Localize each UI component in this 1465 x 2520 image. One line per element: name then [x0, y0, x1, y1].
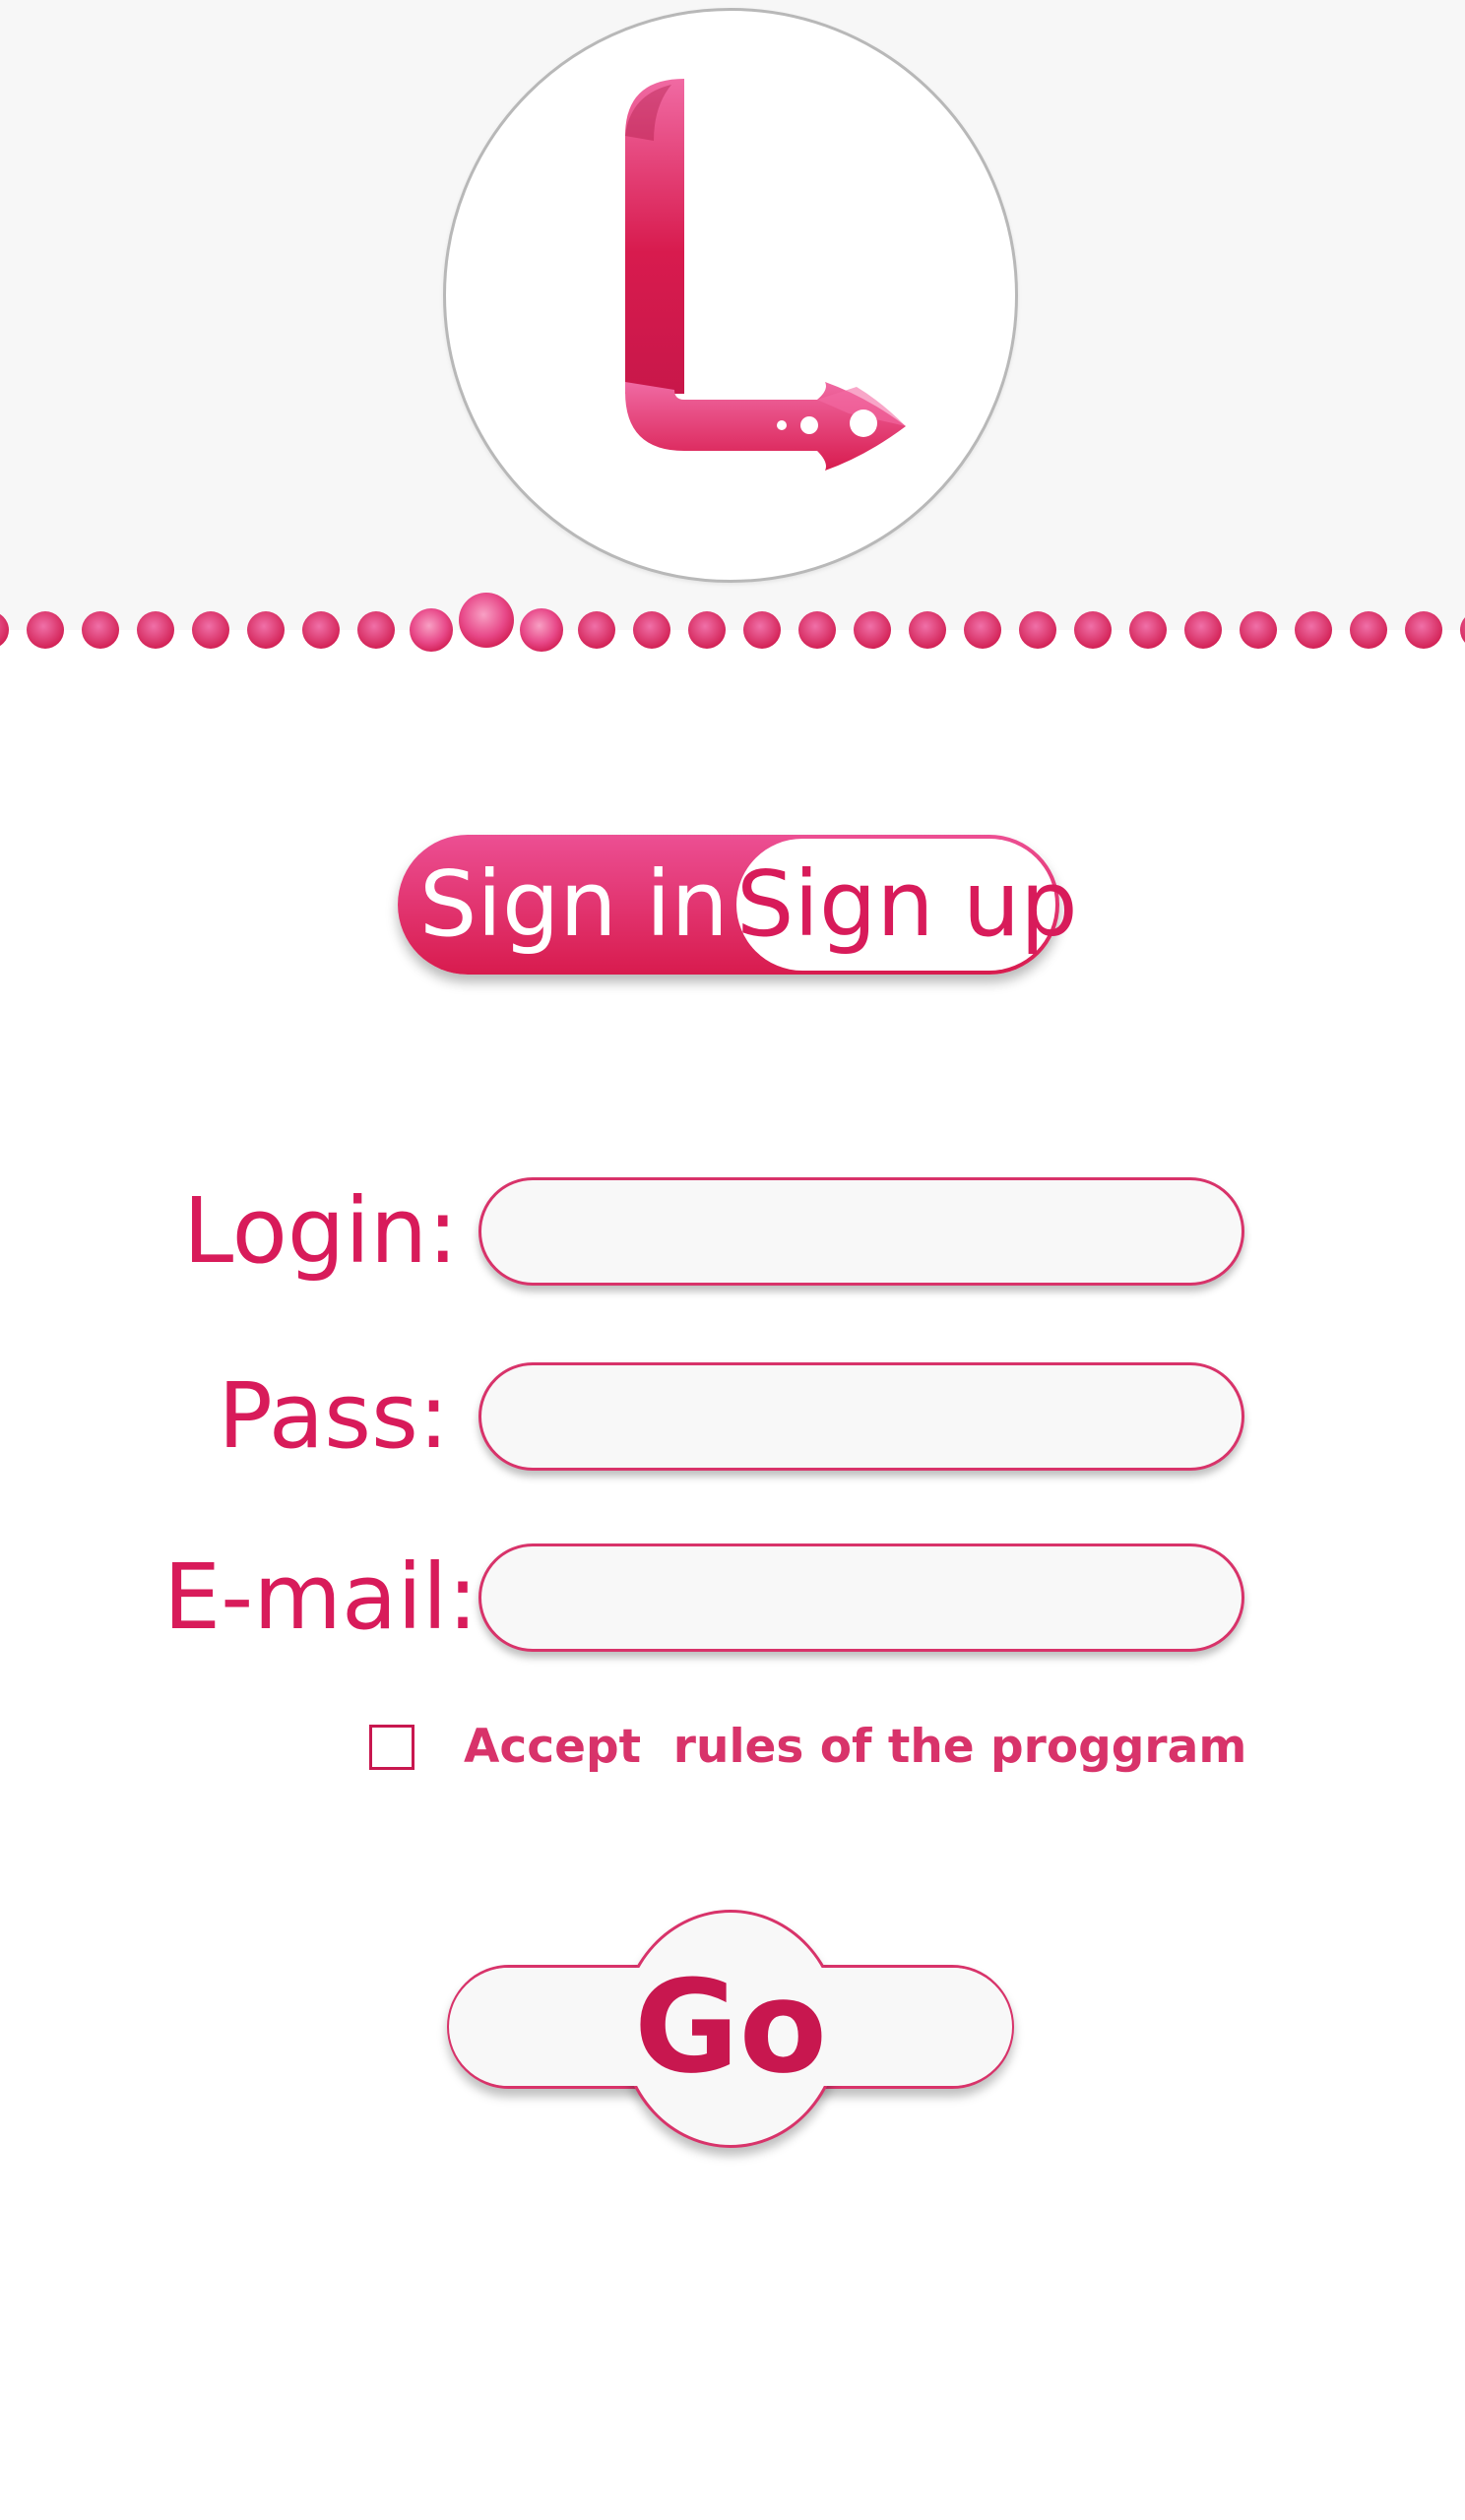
divider-dot: [1129, 611, 1167, 649]
divider-dot: [743, 611, 781, 649]
divider-dot: [1184, 611, 1222, 649]
divider-dot: [137, 611, 174, 649]
divider-dot: [459, 593, 514, 648]
letter-l-rocket-icon: [625, 79, 906, 471]
divider-dot: [1074, 611, 1112, 649]
divider-dot: [688, 611, 726, 649]
email-label: E-mail:: [163, 1544, 478, 1650]
email-field[interactable]: [478, 1544, 1244, 1652]
divider-dot: [798, 611, 836, 649]
divider-dot: [82, 611, 119, 649]
accept-rules-checkbox[interactable]: [369, 1725, 414, 1770]
divider-dot: [1350, 611, 1387, 649]
divider-dot: [520, 608, 563, 652]
go-button[interactable]: Go: [445, 1910, 1016, 2156]
divider-dot: [192, 611, 229, 649]
divider-dot: [1019, 611, 1056, 649]
password-field[interactable]: [478, 1362, 1244, 1471]
divider-dot: [1295, 611, 1332, 649]
divider-dot: [1460, 617, 1465, 643]
sign-in-tab[interactable]: Sign in: [419, 835, 729, 975]
divider-dot: [1405, 611, 1442, 649]
pass-label: Pass:: [218, 1363, 449, 1469]
divider-dot: [1240, 611, 1277, 649]
divider-dot: [27, 611, 64, 649]
divider-dot: [247, 611, 285, 649]
divider-dot: [410, 608, 453, 652]
divider-dot: [633, 611, 670, 649]
sign-up-tab[interactable]: Sign up: [736, 839, 1078, 971]
login-field[interactable]: [478, 1177, 1244, 1286]
divider-dot: [578, 611, 615, 649]
dot-divider: [0, 593, 1465, 652]
divider-dot: [357, 611, 395, 649]
divider-dot: [302, 611, 340, 649]
divider-dot: [854, 611, 891, 649]
login-label: Login:: [183, 1178, 459, 1284]
accept-rules-label: Accept rules of the proggram: [464, 1720, 1247, 1774]
divider-dot: [909, 611, 946, 649]
divider-dot: [0, 613, 9, 647]
go-button-label: Go: [633, 1952, 827, 2102]
divider-dot: [964, 611, 1001, 649]
auth-mode-toggle[interactable]: Sign in Sign up: [398, 835, 1078, 975]
